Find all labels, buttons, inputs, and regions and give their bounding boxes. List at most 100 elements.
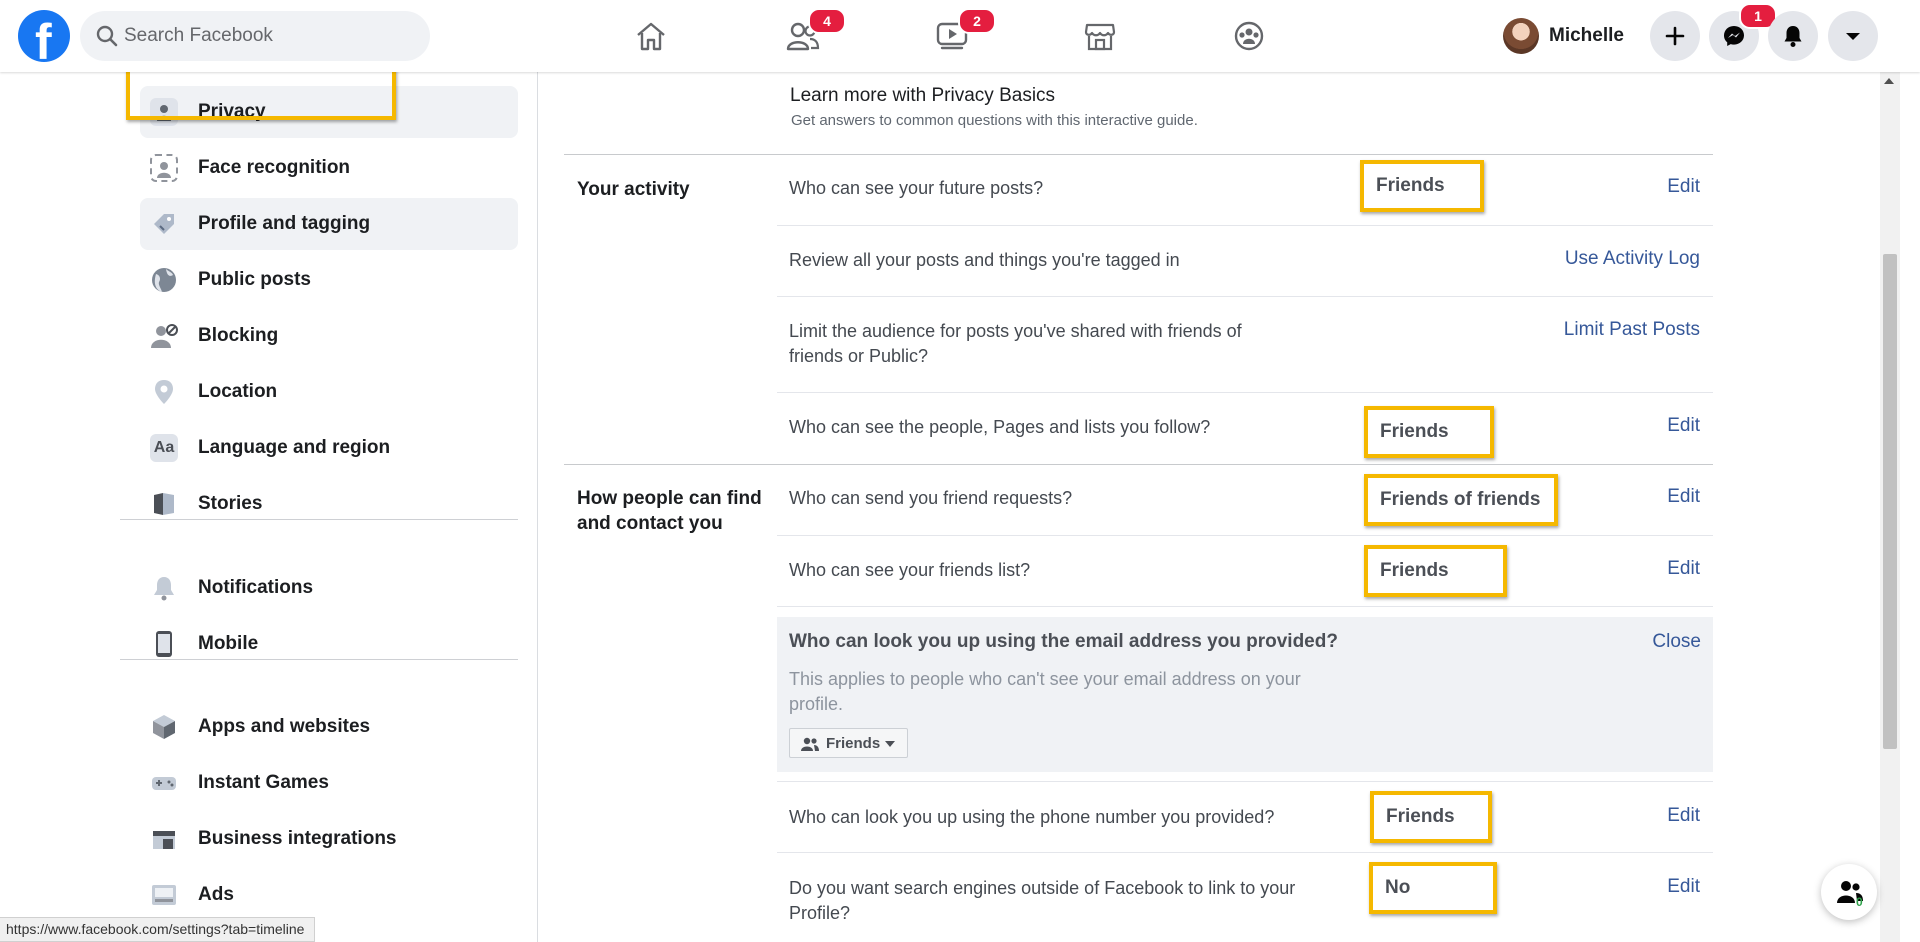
friends-badge: 4	[808, 8, 846, 34]
online-count: 0	[1856, 895, 1863, 909]
friend-requests-question: Who can send you friend requests?	[789, 488, 1073, 508]
row-divider	[777, 781, 1713, 782]
sidebar-item-instant-games[interactable]: Instant Games	[140, 757, 518, 809]
notifications-button[interactable]	[1768, 11, 1818, 61]
sidebar-divider	[120, 519, 518, 520]
sidebar-item-apps-and-websites[interactable]: Apps and websites	[140, 701, 518, 753]
scrollbar-thumb[interactable]	[1883, 254, 1897, 749]
friends-icon	[801, 737, 819, 751]
sidebar-item-face-recognition[interactable]: Face recognition	[140, 142, 518, 194]
face-recognition-icon	[150, 154, 178, 182]
bell-icon	[150, 574, 178, 602]
settings-sidebar: Privacy Face recognition Profile and tag…	[0, 68, 538, 942]
section-divider	[564, 154, 1713, 155]
blocking-icon	[150, 322, 178, 350]
globe-icon	[150, 266, 178, 294]
stories-icon	[150, 490, 178, 518]
friends-tab[interactable]: 4	[771, 8, 846, 62]
sidebar-item-label: Stories	[198, 493, 263, 514]
ads-icon	[150, 881, 178, 909]
limit-past-question-line1: Limit the audience for posts you've shar…	[789, 321, 1242, 341]
caret-down-icon	[1846, 33, 1860, 40]
contacts-chat-button[interactable]: 0	[1821, 864, 1877, 920]
messenger-button[interactable]: 1	[1709, 3, 1777, 61]
groups-tab[interactable]	[1218, 10, 1278, 62]
sidebar-item-privacy[interactable]: Privacy	[140, 86, 518, 138]
sidebar-item-public-posts[interactable]: Public posts	[140, 254, 518, 306]
cube-icon	[150, 713, 178, 741]
review-posts-question: Review all your posts and things you're …	[789, 250, 1180, 270]
email-lookup-close-link[interactable]: Close	[1652, 631, 1701, 653]
phone-lookup-edit-link[interactable]: Edit	[1667, 805, 1700, 827]
future-posts-edit-link[interactable]: Edit	[1667, 176, 1700, 198]
status-bar-url: https://www.facebook.com/settings?tab=ti…	[0, 917, 316, 942]
follow-list-audience: Friends	[1364, 406, 1494, 458]
profile-link[interactable]: Michelle	[1503, 16, 1624, 56]
create-button[interactable]	[1650, 11, 1700, 61]
audience-selector-label: Friends	[826, 735, 881, 752]
row-divider	[777, 535, 1713, 536]
follow-list-edit-link[interactable]: Edit	[1667, 415, 1700, 437]
sidebar-item-label: Apps and websites	[198, 716, 371, 737]
profile-name: Michelle	[1549, 25, 1624, 46]
sidebar-item-blocking[interactable]: Blocking	[140, 310, 518, 362]
follow-list-question: Who can see the people, Pages and lists …	[789, 417, 1211, 437]
phone-lookup-audience: Friends	[1370, 791, 1492, 843]
gamepad-icon	[150, 769, 178, 797]
row-divider	[777, 225, 1713, 226]
friend-requests-edit-link[interactable]: Edit	[1667, 486, 1700, 508]
search-input[interactable]	[124, 11, 414, 61]
plus-icon	[1665, 26, 1685, 46]
search-engines-edit-link[interactable]: Edit	[1667, 876, 1700, 898]
row-divider	[777, 392, 1713, 393]
home-tab[interactable]	[620, 10, 680, 62]
search-engines-value: No	[1369, 862, 1497, 914]
top-navigation-bar: f 4 2	[0, 0, 1920, 72]
facebook-logo-icon[interactable]: f	[18, 10, 70, 62]
friends-list-edit-link[interactable]: Edit	[1667, 558, 1700, 580]
use-activity-log-link[interactable]: Use Activity Log	[1565, 248, 1700, 270]
sidebar-item-label: Profile and tagging	[198, 213, 371, 234]
sidebar-item-label: Public posts	[198, 269, 311, 290]
sidebar-item-label: Location	[198, 381, 278, 402]
email-lookup-expanded-panel: Who can look you up using the email addr…	[777, 617, 1713, 772]
friends-list-question: Who can see your friends list?	[789, 560, 1031, 580]
search-icon	[96, 25, 118, 47]
sidebar-item-label: Mobile	[198, 633, 259, 654]
limit-past-posts-link[interactable]: Limit Past Posts	[1564, 319, 1700, 341]
account-menu-button[interactable]	[1828, 11, 1878, 61]
sidebar-item-label: Instant Games	[198, 772, 329, 793]
location-pin-icon	[150, 378, 178, 406]
home-icon	[637, 22, 665, 51]
sidebar-item-label: Ads	[198, 884, 234, 905]
sidebar-item-stories[interactable]: Stories	[140, 478, 518, 530]
sidebar-item-label: Business integrations	[198, 828, 397, 849]
section-divider	[564, 464, 1713, 465]
email-lookup-description: This applies to people who can't see you…	[789, 667, 1349, 717]
future-posts-question: Who can see your future posts?	[789, 178, 1044, 198]
sidebar-divider	[120, 659, 518, 660]
privacy-basics-subtitle: Get answers to common questions with thi…	[791, 112, 1198, 129]
search-box[interactable]	[80, 11, 430, 61]
sidebar-item-ads[interactable]: Ads	[140, 869, 518, 921]
description-line: profile.	[789, 694, 844, 714]
row-divider	[777, 606, 1713, 607]
sidebar-item-profile-and-tagging[interactable]: Profile and tagging	[140, 198, 518, 250]
sidebar-item-business-integrations[interactable]: Business integrations	[140, 813, 518, 865]
watch-badge: 2	[958, 8, 996, 34]
marketplace-tab[interactable]	[1069, 10, 1129, 62]
avatar	[1503, 18, 1539, 54]
row-divider	[777, 296, 1713, 297]
chevron-down-icon	[885, 741, 895, 747]
sidebar-item-mobile[interactable]: Mobile	[140, 618, 518, 670]
watch-tab[interactable]: 2	[921, 8, 996, 62]
sidebar-item-location[interactable]: Location	[140, 366, 518, 418]
sidebar-item-notifications[interactable]: Notifications	[140, 562, 518, 614]
privacy-basics-link[interactable]: Learn more with Privacy Basics	[790, 85, 1055, 107]
scroll-up-arrow-icon[interactable]	[1884, 78, 1894, 84]
sidebar-item-language-and-region[interactable]: Aa Language and region	[140, 422, 518, 474]
groups-icon	[1234, 21, 1264, 51]
email-lookup-audience-selector[interactable]: Friends	[789, 728, 908, 758]
sidebar-item-label: Privacy	[198, 101, 266, 122]
friend-requests-audience: Friends of friends	[1364, 474, 1558, 526]
